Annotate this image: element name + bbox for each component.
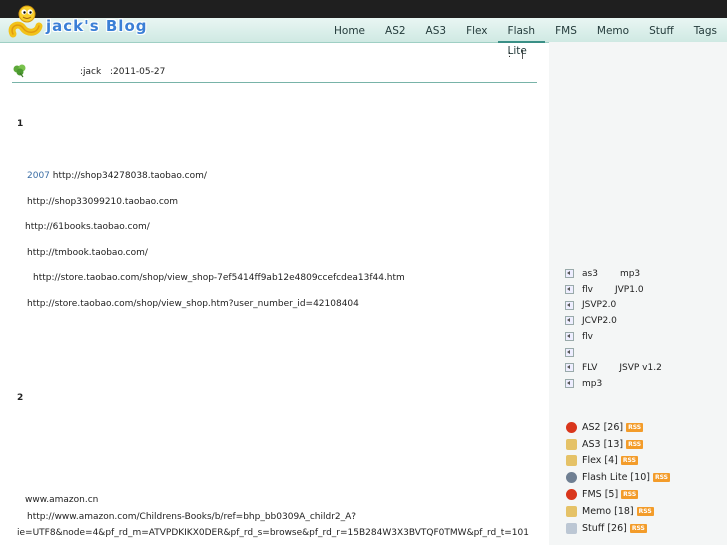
recent-post-item[interactable]: FLV JSVP v1.2: [565, 360, 662, 376]
recent-post-title[interactable]: flv: [582, 285, 593, 295]
main-nav: Home AS2 AS3 Flex Flash Lite FMS Memo Stuff Tags: [324, 21, 727, 57]
recent-post-item[interactable]: JSVP2.0: [565, 297, 662, 313]
recent-post-item[interactable]: flv JVP1.0: [565, 282, 662, 298]
rss-badge-icon[interactable]: RSS: [652, 473, 670, 483]
category-label[interactable]: AS3 [13]: [582, 439, 623, 450]
bullet-arrow-icon: [565, 332, 574, 342]
category-label[interactable]: Flash Lite [10]: [582, 472, 650, 483]
recent-post-item[interactable]: [565, 344, 662, 360]
nav-item-as2[interactable]: AS2: [375, 21, 416, 41]
bullet-arrow-icon: [565, 300, 574, 310]
category-item[interactable]: AS3 [13] RSS: [566, 436, 670, 453]
bullet-arrow-icon: [565, 285, 574, 295]
bullet-arrow-icon: [565, 316, 574, 326]
nav-item-home[interactable]: Home: [324, 21, 375, 41]
shop-link[interactable]: http://61books.taobao.com/: [25, 222, 150, 232]
nav-item-tags[interactable]: Tags: [684, 21, 727, 41]
flash-icon: [566, 421, 577, 433]
post-author: :jack: [80, 67, 102, 77]
shop-link[interactable]: http://shop34278038.taobao.com/: [53, 171, 207, 181]
rss-badge-icon[interactable]: RSS: [626, 422, 644, 432]
category-item[interactable]: AS2 [26] RSS: [566, 419, 670, 436]
memo-icon: [566, 505, 577, 517]
category-label[interactable]: Memo [18]: [582, 506, 634, 517]
category-label[interactable]: FMS [5]: [582, 489, 618, 500]
year-text: 2007: [27, 171, 50, 181]
recent-post-title[interactable]: JSVP2.0: [582, 300, 616, 310]
recent-post-item[interactable]: JCVP2.0: [565, 313, 662, 329]
flash-icon: [566, 489, 577, 501]
shop-link[interactable]: http://store.taobao.com/shop/view_shop-7…: [33, 273, 405, 283]
post-date: :2011-05-27: [110, 67, 166, 77]
section-heading-1: 1: [17, 119, 24, 129]
recent-post-title[interactable]: mp3: [582, 379, 602, 389]
rss-badge-icon[interactable]: RSS: [620, 456, 638, 466]
bullet-arrow-icon: [565, 363, 574, 373]
rss-badge-icon[interactable]: RSS: [626, 439, 644, 449]
nav-item-memo[interactable]: Memo: [587, 21, 639, 41]
rss-badge-icon[interactable]: RSS: [629, 523, 647, 533]
category-item[interactable]: FMS [5] RSS: [566, 486, 670, 503]
post-meta: :jack :2011-05-27: [12, 62, 537, 83]
category-item[interactable]: Flex [4] RSS: [566, 453, 670, 470]
nav-item-flash-lite[interactable]: Flash Lite: [497, 21, 546, 57]
recent-post-title-rest[interactable]: mp3: [620, 269, 640, 279]
rss-badge-icon[interactable]: RSS: [621, 490, 639, 500]
recent-post-title[interactable]: flv: [582, 332, 593, 342]
rss-badge-icon[interactable]: RSS: [636, 506, 654, 516]
category-item[interactable]: Flash Lite [10] RSS: [566, 469, 670, 486]
recent-post-title[interactable]: JCVP2.0: [582, 316, 617, 326]
blog-logo[interactable]: jack's Blog: [40, 13, 154, 39]
shop-link[interactable]: http://tmbook.taobao.com/: [27, 248, 148, 258]
recent-post-title-rest[interactable]: JVP1.0: [615, 285, 644, 295]
share-colon: :: [508, 50, 512, 60]
section-heading-2: 2: [17, 393, 24, 403]
recent-post-item[interactable]: as3 mp3: [565, 266, 662, 282]
link-row: 2007 http://shop34278038.taobao.com/: [27, 171, 207, 181]
recent-post-item[interactable]: flv: [565, 329, 662, 345]
recent-post-title[interactable]: as3: [582, 269, 598, 279]
category-item[interactable]: Memo [18] RSS: [566, 503, 670, 520]
recent-post-title-rest[interactable]: JSVP v1.2: [619, 363, 661, 373]
bullet-arrow-icon: [565, 379, 574, 389]
recent-post-item[interactable]: mp3: [565, 376, 662, 392]
clover-icon: [13, 64, 26, 78]
doc-icon: [566, 522, 577, 534]
recent-posts-list: as3 mp3 flv JVP1.0 JSVP2.0 JCVP2.0 flv FLV JSVP …: [565, 266, 662, 392]
amazon-link[interactable]: http://www.amazon.com/Childrens-Books/b/…: [27, 512, 356, 522]
shop-link[interactable]: http://store.taobao.com/shop/view_shop.h…: [27, 299, 359, 309]
nav-item-flex[interactable]: Flex: [456, 21, 497, 41]
category-label[interactable]: Flex [4]: [582, 455, 618, 466]
category-item[interactable]: Stuff [26] RSS: [566, 520, 670, 537]
amazon-link-continued[interactable]: ie=UTF8&node=4&pf_rd_m=ATVPDKIKX0DER&pf_…: [17, 528, 529, 538]
bullet-arrow-icon: [565, 269, 574, 279]
nav-item-stuff[interactable]: Stuff: [639, 21, 684, 41]
folder-doc-icon: [566, 455, 577, 467]
recent-post-title[interactable]: FLV: [582, 363, 597, 373]
share-separator: |: [521, 50, 525, 60]
amazon-text: www.amazon.cn: [25, 495, 99, 505]
category-label[interactable]: AS2 [26]: [582, 422, 623, 433]
nav-item-fms[interactable]: FMS: [545, 21, 587, 41]
bullet-arrow-icon: [565, 347, 574, 357]
folder-doc-icon: [566, 438, 577, 450]
flashlite-icon: [566, 472, 577, 484]
nav-item-as3[interactable]: AS3: [416, 21, 457, 41]
shop-link[interactable]: http://shop33099210.taobao.com: [27, 197, 178, 207]
category-list: AS2 [26] RSS AS3 [13] RSS Flex [4] RSS Flash L…: [566, 419, 670, 537]
category-label[interactable]: Stuff [26]: [582, 523, 627, 534]
